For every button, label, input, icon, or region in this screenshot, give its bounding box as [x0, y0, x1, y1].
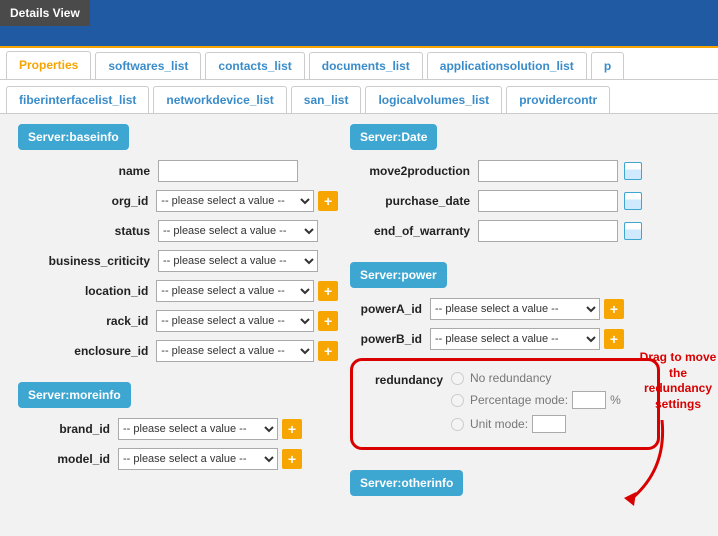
group-title-date[interactable]: Server:Date [350, 124, 437, 150]
calendar-icon[interactable] [624, 192, 642, 210]
tab-documents-list[interactable]: documents_list [309, 52, 423, 80]
tab-contacts-list[interactable]: contacts_list [205, 52, 304, 80]
select-powera-id[interactable]: -- please select a value -- [430, 298, 600, 320]
label-name: name [18, 164, 158, 178]
details-view-tab[interactable]: Details View [0, 0, 90, 26]
tab-overflow-1[interactable]: p [591, 52, 624, 80]
label-location-id: location_id [18, 284, 156, 298]
group-date: Server:Date move2production purchase_dat… [350, 124, 660, 242]
group-title-power[interactable]: Server:power [350, 262, 447, 288]
select-business-criticity[interactable]: -- please select a value -- [158, 250, 318, 272]
tab-fiberinterfacelist-list[interactable]: fiberinterfacelist_list [6, 86, 149, 114]
label-redundancy: redundancy [361, 371, 451, 433]
add-button-brand-id[interactable]: + [282, 419, 302, 439]
tab-logicalvolumes-list[interactable]: logicalvolumes_list [365, 86, 502, 114]
label-org-id: org_id [18, 194, 156, 208]
add-button-model-id[interactable]: + [282, 449, 302, 469]
calendar-icon[interactable] [624, 222, 642, 240]
label-no-redundancy: No redundancy [470, 371, 551, 385]
tab-san-list[interactable]: san_list [291, 86, 362, 114]
add-button-location-id[interactable]: + [318, 281, 338, 301]
group-title-moreinfo[interactable]: Server:moreinfo [18, 382, 131, 408]
label-powera-id: powerA_id [350, 302, 430, 316]
input-move2production[interactable] [478, 160, 618, 182]
group-moreinfo: Server:moreinfo brand_id -- please selec… [18, 382, 338, 470]
select-enclosure-id[interactable]: -- please select a value -- [156, 340, 314, 362]
tab-applicationsolution-list[interactable]: applicationsolution_list [427, 52, 587, 80]
label-model-id: model_id [18, 452, 118, 466]
select-location-id[interactable]: -- please select a value -- [156, 280, 314, 302]
form-canvas: Server:baseinfo name org_id -- please se… [0, 114, 718, 150]
tab-overflow-2[interactable]: providercontr [506, 86, 610, 114]
input-end-of-warranty[interactable] [478, 220, 618, 242]
label-brand-id: brand_id [18, 422, 118, 436]
tab-properties[interactable]: Properties [6, 51, 91, 80]
label-purchase-date: purchase_date [350, 194, 478, 208]
label-end-of-warranty: end_of_warranty [350, 224, 478, 238]
group-baseinfo: Server:baseinfo name org_id -- please se… [18, 124, 338, 362]
label-status: status [18, 224, 158, 238]
radio-percentage-mode[interactable] [451, 394, 464, 407]
label-unit-mode: Unit mode: [470, 417, 528, 431]
calendar-icon[interactable] [624, 162, 642, 180]
add-button-enclosure-id[interactable]: + [318, 341, 338, 361]
label-percentage-mode: Percentage mode: [470, 393, 568, 407]
select-status[interactable]: -- please select a value -- [158, 220, 318, 242]
input-purchase-date[interactable] [478, 190, 618, 212]
annotation-text: Drag to move the redundancy settings [634, 350, 718, 412]
select-powerb-id[interactable]: -- please select a value -- [430, 328, 600, 350]
group-title-otherinfo[interactable]: Server:otherinfo [350, 470, 463, 496]
group-power: Server:power powerA_id -- please select … [350, 262, 660, 450]
select-org-id[interactable]: -- please select a value -- [156, 190, 314, 212]
add-button-powerb-id[interactable]: + [604, 329, 624, 349]
redundancy-highlight-box: redundancy No redundancy Percentage mode… [350, 358, 660, 450]
input-percentage[interactable] [572, 391, 606, 409]
label-business-criticity: business_criticity [18, 254, 158, 268]
select-rack-id[interactable]: -- please select a value -- [156, 310, 314, 332]
radio-no-redundancy[interactable] [451, 372, 464, 385]
label-move2production: move2production [350, 164, 478, 178]
tab-networkdevice-list[interactable]: networkdevice_list [153, 86, 286, 114]
select-brand-id[interactable]: -- please select a value -- [118, 418, 278, 440]
group-title-baseinfo[interactable]: Server:baseinfo [18, 124, 129, 150]
add-button-org-id[interactable]: + [318, 191, 338, 211]
tabstrip-row-1: Properties softwares_list contacts_list … [0, 48, 718, 80]
label-rack-id: rack_id [18, 314, 156, 328]
group-otherinfo: Server:otherinfo [350, 470, 660, 502]
tab-softwares-list[interactable]: softwares_list [95, 52, 201, 80]
label-powerb-id: powerB_id [350, 332, 430, 346]
input-unit[interactable] [532, 415, 566, 433]
add-button-rack-id[interactable]: + [318, 311, 338, 331]
radio-unit-mode[interactable] [451, 418, 464, 431]
select-model-id[interactable]: -- please select a value -- [118, 448, 278, 470]
label-enclosure-id: enclosure_id [18, 344, 156, 358]
input-name[interactable] [158, 160, 298, 182]
app-header: Details View [0, 0, 718, 48]
label-percent-suffix: % [610, 393, 621, 407]
add-button-powera-id[interactable]: + [604, 299, 624, 319]
tabstrip-row-2: fiberinterfacelist_list networkdevice_li… [0, 80, 718, 114]
